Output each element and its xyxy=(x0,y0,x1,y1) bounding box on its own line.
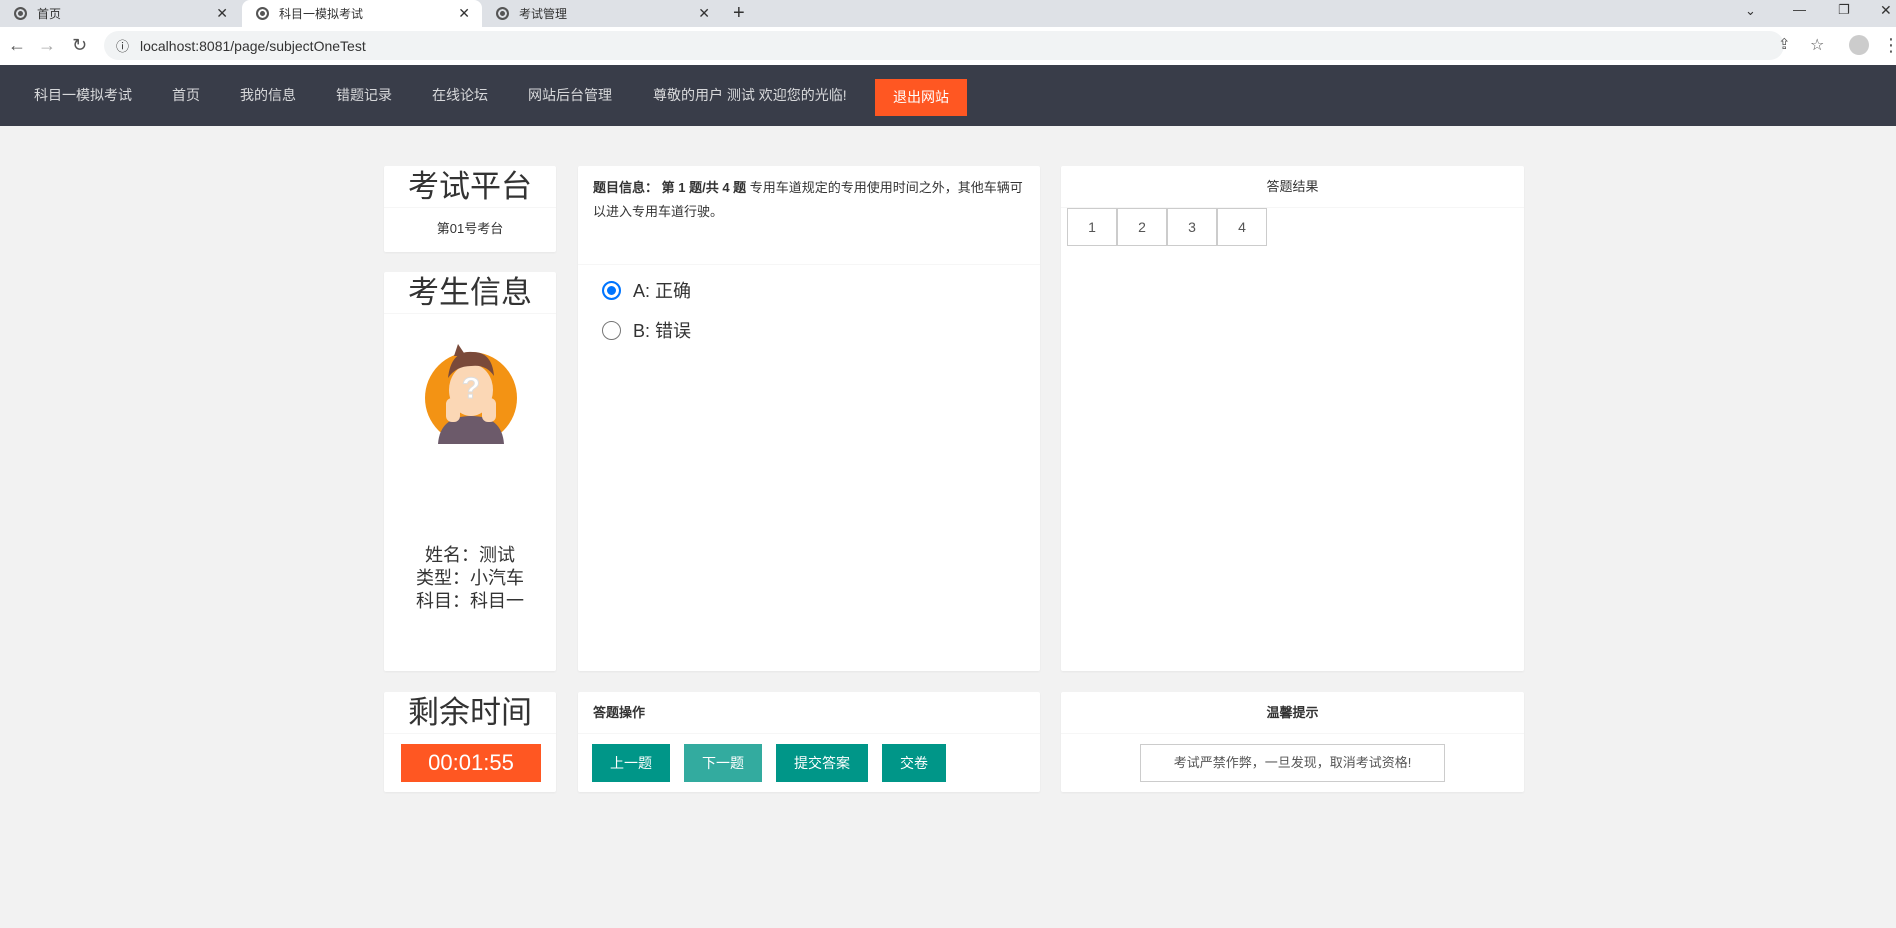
forward-icon[interactable]: → xyxy=(38,35,56,56)
examinee-subject: 科目：科目一 xyxy=(416,591,524,611)
nav-item-my-info[interactable]: 我的信息 xyxy=(240,65,296,126)
profile-avatar-icon[interactable] xyxy=(1849,35,1869,55)
option-label: B: 错误 xyxy=(633,321,692,341)
menu-icon[interactable]: ⋮ xyxy=(1882,35,1896,56)
logout-button[interactable]: 退出网站 xyxy=(875,79,967,116)
nav-item-home[interactable]: 首页 xyxy=(172,65,200,126)
svg-text:?: ? xyxy=(462,372,480,405)
results-title: 答题结果 xyxy=(1061,166,1524,208)
info-icon: ⓘ xyxy=(116,39,130,54)
browser-tab[interactable]: 首页 ✕ xyxy=(0,0,240,27)
reload-icon[interactable]: ↻ xyxy=(72,35,87,56)
nav-item-forum[interactable]: 在线论坛 xyxy=(432,65,488,126)
nav-item-admin[interactable]: 网站后台管理 xyxy=(528,65,612,126)
next-question-button[interactable]: 下一题 xyxy=(684,744,762,782)
browser-tab-bar: 首页 ✕ 科目一模拟考试 ✕ 考试管理 ✕ + ⌄ — ❐ ✕ xyxy=(0,0,1896,27)
share-icon[interactable]: ⇪ xyxy=(1778,35,1791,53)
url-input[interactable]: ⓘ localhost:8081/page/subjectOneTest xyxy=(104,31,1784,60)
platform-title: 考试平台 xyxy=(384,166,556,208)
close-tab-icon[interactable]: ✕ xyxy=(458,5,470,22)
browser-tab-active[interactable]: 科目一模拟考试 ✕ xyxy=(242,0,482,27)
answer-box-3[interactable]: 3 xyxy=(1167,208,1217,246)
radio-unchecked[interactable] xyxy=(602,320,621,340)
question-info: 题目信息： 第 1 题/共 4 题 专用车道规定的专用使用时间之外，其他车辆可以… xyxy=(578,166,1040,265)
nav-brand[interactable]: 科目一模拟考试 xyxy=(34,65,132,126)
answer-box-1[interactable]: 1 xyxy=(1067,208,1117,246)
restore-button[interactable]: ❐ xyxy=(1838,2,1850,18)
new-tab-button[interactable]: + xyxy=(733,2,745,25)
tips-text: 考试严禁作弊，一旦发现，取消考试资格! xyxy=(1140,744,1445,782)
platform-card: 考试平台 第01号考台 xyxy=(384,166,556,252)
nav-item-wrong-records[interactable]: 错题记录 xyxy=(336,65,392,126)
results-card: 答题结果 1 2 3 4 xyxy=(1061,166,1524,671)
question-progress: 第 1 题/共 4 题 xyxy=(661,180,747,195)
address-bar-row: ← → ↻ ⓘ localhost:8081/page/subjectOneTes… xyxy=(0,27,1896,65)
timer-title: 剩余时间 xyxy=(384,692,556,734)
back-icon[interactable]: ← xyxy=(8,35,26,56)
examinee-card: 考生信息 ? 姓名：测试 类型：小汽车 科目：科目一 xyxy=(384,272,556,671)
close-tab-icon[interactable]: ✕ xyxy=(698,5,710,22)
hand-in-button[interactable]: 交卷 xyxy=(882,744,946,782)
tab-search-icon[interactable]: ⌄ xyxy=(1745,3,1756,19)
examinee-title: 考生信息 xyxy=(384,272,556,314)
timer-value: 00:01:55 xyxy=(401,744,541,782)
tab-label: 科目一模拟考试 xyxy=(279,7,364,21)
question-card: 题目信息： 第 1 题/共 4 题 专用车道规定的专用使用时间之外，其他车辆可以… xyxy=(578,166,1040,671)
minimize-button[interactable]: — xyxy=(1793,2,1806,17)
tab-label: 考试管理 xyxy=(519,7,568,21)
window-close-button[interactable]: ✕ xyxy=(1880,2,1892,19)
user-greeting: 尊敬的用户 测试 欢迎您的光临! xyxy=(653,87,847,103)
prev-question-button[interactable]: 上一题 xyxy=(592,744,670,782)
tips-title: 温馨提示 xyxy=(1061,692,1524,734)
question-text: 专用车道规定的专用使用时间之外，其他车辆可以进入专用车道行驶。 xyxy=(593,180,1023,219)
close-tab-icon[interactable]: ✕ xyxy=(216,5,228,22)
timer-card: 剩余时间 00:01:55 xyxy=(384,692,556,792)
top-nav: 科目一模拟考试 首页 我的信息 错题记录 在线论坛 网站后台管理 尊敬的用户 测… xyxy=(0,65,1896,126)
option-label: A: 正确 xyxy=(633,281,692,301)
submit-answer-button[interactable]: 提交答案 xyxy=(776,744,868,782)
question-label: 题目信息： xyxy=(593,180,659,195)
url-text: localhost:8081/page/subjectOneTest xyxy=(140,37,366,54)
examinee-type: 类型：小汽车 xyxy=(416,568,524,588)
bookmark-star-icon[interactable]: ☆ xyxy=(1810,35,1824,55)
station-label: 第01号考台 xyxy=(436,221,504,236)
tips-card: 温馨提示 考试严禁作弊，一旦发现，取消考试资格! xyxy=(1061,692,1524,792)
operations-card: 答题操作 上一题 下一题 提交答案 交卷 xyxy=(578,692,1040,792)
tab-label: 首页 xyxy=(37,7,62,21)
examinee-details: 姓名：测试 类型：小汽车 科目：科目一 xyxy=(384,544,556,613)
globe-icon xyxy=(14,7,27,20)
globe-icon xyxy=(256,7,269,20)
option-b[interactable]: B: 错误 xyxy=(602,317,691,343)
answer-box-4[interactable]: 4 xyxy=(1217,208,1267,246)
operations-title: 答题操作 xyxy=(578,692,1040,734)
avatar: ? xyxy=(418,338,524,444)
browser-tab[interactable]: 考试管理 ✕ xyxy=(482,0,722,27)
radio-checked[interactable] xyxy=(602,280,621,300)
option-a[interactable]: A: 正确 xyxy=(602,277,691,303)
globe-icon xyxy=(496,7,509,20)
examinee-name: 姓名：测试 xyxy=(425,545,515,565)
answer-box-2[interactable]: 2 xyxy=(1117,208,1167,246)
